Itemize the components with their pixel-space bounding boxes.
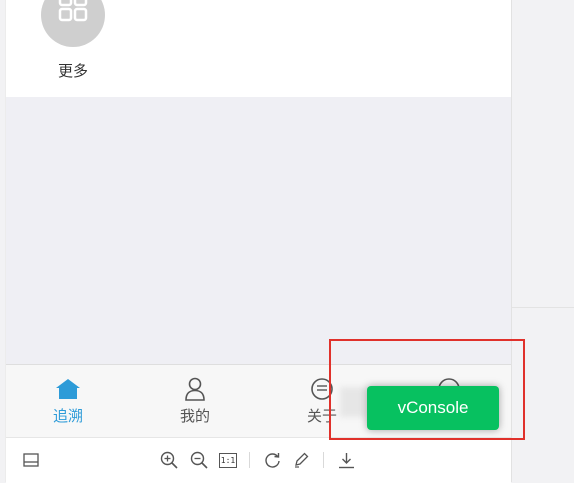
divider [512, 307, 574, 308]
home-icon [56, 379, 80, 399]
toolbar-separator [323, 452, 324, 468]
edit-icon [295, 452, 309, 468]
download-icon [338, 452, 354, 468]
tab-mine[interactable]: 我的 [150, 377, 240, 426]
menu-area: 更多 [6, 0, 511, 97]
highlight-box [329, 339, 525, 440]
rotate-icon [264, 452, 280, 468]
grid-icon [58, 0, 88, 22]
more-label: 更多 [57, 62, 88, 80]
preview-toolbar: 1:1 [6, 437, 511, 483]
toolbar-separator [249, 452, 250, 468]
actual-size-button[interactable]: 1:1 [218, 450, 238, 470]
panel-button[interactable] [21, 450, 41, 470]
zoom-in-button[interactable] [159, 450, 179, 470]
tab-trace[interactable]: 追溯 [23, 377, 113, 426]
download-button[interactable] [336, 450, 356, 470]
more-button[interactable] [41, 0, 105, 47]
actual-size-label: 1:1 [220, 455, 236, 465]
rotate-button[interactable] [262, 450, 282, 470]
zoom-out-icon [190, 451, 208, 469]
actual-size-icon: 1:1 [219, 452, 237, 468]
zoom-in-icon [160, 451, 178, 469]
tab-label: 我的 [179, 407, 210, 425]
person-icon [185, 377, 205, 401]
zoom-out-button[interactable] [189, 450, 209, 470]
tab-label: 追溯 [52, 407, 83, 425]
panel-icon [23, 453, 39, 467]
edit-button[interactable] [291, 450, 311, 470]
